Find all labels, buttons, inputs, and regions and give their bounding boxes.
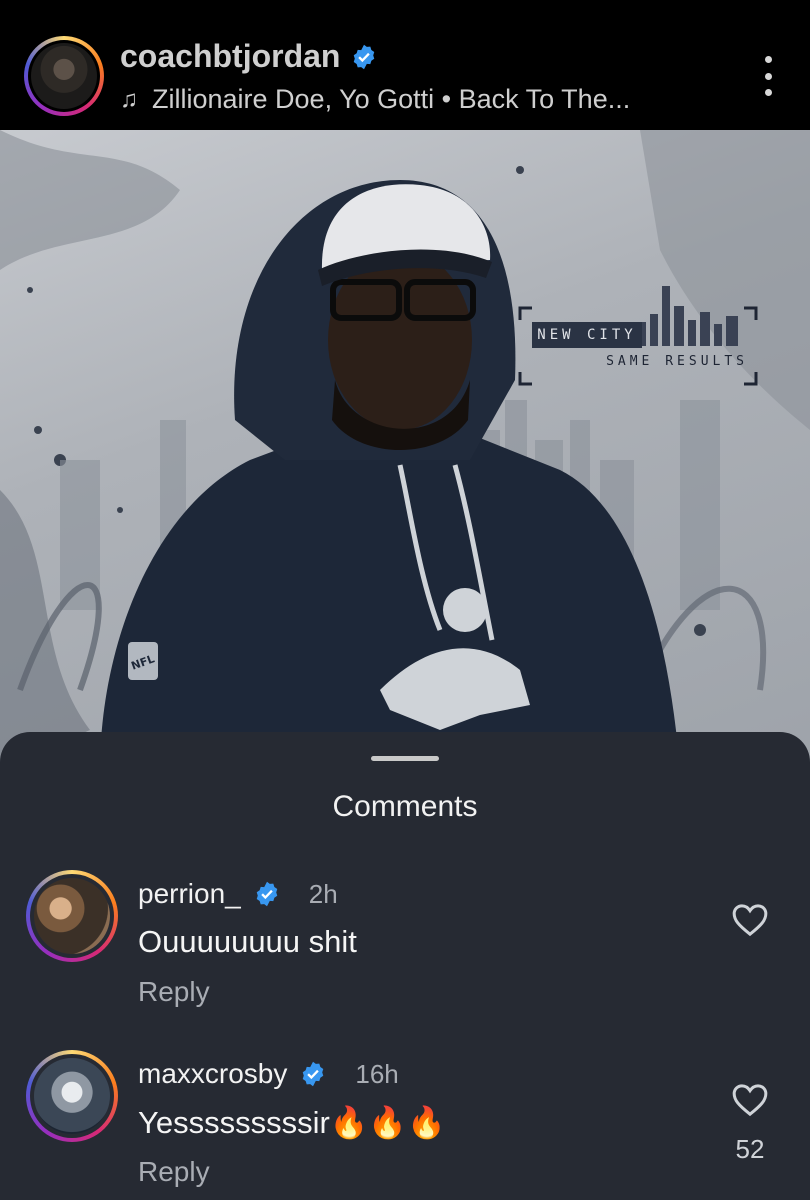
verified-badge-icon — [303, 1061, 324, 1087]
comment-username[interactable]: perrion_ — [138, 878, 241, 910]
comment-item: perrion_ 2h Ouuuuuuuu shit Reply — [0, 870, 810, 1030]
profile-avatar[interactable] — [24, 36, 104, 116]
post-image[interactable]: NEW CITY SAME RESULTS NFL — [0, 130, 810, 770]
heart-icon[interactable] — [730, 1080, 770, 1120]
verified-badge-icon — [354, 44, 375, 69]
sheet-title: Comments — [332, 790, 478, 823]
comment-header: maxxcrosby 16h — [138, 1058, 399, 1090]
audio-track-label[interactable]: Zillionaire Doe, Yo Gotti • Back To The.… — [152, 84, 630, 115]
commenter-avatar[interactable] — [26, 1050, 118, 1142]
comment-time: 16h — [355, 1058, 399, 1089]
comment-time: 2h — [308, 878, 338, 909]
post-header: coachbtjordan ♫ Zillionaire Doe, Yo Gott… — [0, 0, 810, 130]
music-note-icon: ♫ — [120, 85, 138, 113]
comment-text: Ouuuuuuuu shit — [138, 924, 357, 959]
overlay-line-2: SAME RESULTS — [606, 354, 748, 369]
sheet-drag-handle[interactable] — [371, 756, 439, 761]
comment-text: Yesssssssssir🔥🔥🔥 — [138, 1105, 446, 1140]
comment-username[interactable]: maxxcrosby — [138, 1058, 287, 1090]
audio-track-row[interactable]: ♫ Zillionaire Doe, Yo Gotti • Back To Th… — [120, 84, 630, 115]
more-options-icon[interactable] — [758, 56, 778, 96]
username-row[interactable]: coachbtjordan — [120, 38, 378, 75]
comment-item: maxxcrosby 16h Yesssssssssir🔥🔥🔥 Reply 52 — [0, 1050, 810, 1200]
comments-sheet: Comments perrion_ 2h Ouuuuuuuu shit Repl… — [0, 732, 810, 1200]
reply-button[interactable]: Reply — [138, 976, 210, 1008]
overlay-line-1: NEW CITY — [532, 322, 642, 348]
heart-icon[interactable] — [730, 900, 770, 940]
commenter-avatar[interactable] — [26, 870, 118, 962]
reply-button[interactable]: Reply — [138, 1156, 210, 1188]
verified-badge-icon — [256, 881, 278, 907]
username[interactable]: coachbtjordan — [120, 38, 340, 75]
comment-header: perrion_ 2h — [138, 878, 338, 910]
post-artwork — [0, 130, 810, 770]
like-count: 52 — [735, 1134, 765, 1164]
overlay-badge: NEW CITY SAME RESULTS — [518, 308, 758, 384]
